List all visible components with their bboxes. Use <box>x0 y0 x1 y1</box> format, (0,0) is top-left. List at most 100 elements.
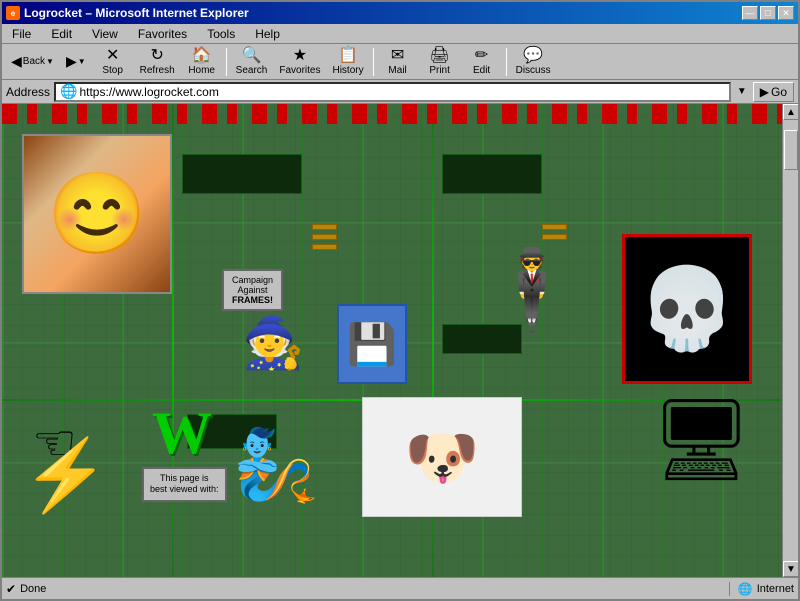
stop-label: Stop <box>102 65 123 76</box>
menu-file[interactable]: File <box>6 26 37 42</box>
back-dropdown-icon[interactable]: ▼ <box>46 57 54 66</box>
anime-character: ⚡ <box>22 435 109 517</box>
home-icon: 🏠 <box>192 48 212 64</box>
forward-dropdown-icon[interactable]: ▼ <box>78 57 86 66</box>
print-label: Print <box>429 65 450 76</box>
best-viewed-badge: This page is best viewed with: <box>142 467 227 502</box>
green-w-logo: W <box>152 399 212 468</box>
content-area: 😊 💀 Campaign Against FRAMES! 🧙 <box>2 104 798 577</box>
refresh-label: Refresh <box>140 65 175 76</box>
menu-help[interactable]: Help <box>249 26 286 42</box>
anime-icon: ⚡ <box>22 436 109 514</box>
go-arrow-icon: ▶ <box>760 85 769 99</box>
status-zone: 🌐 Internet <box>729 582 794 596</box>
toolbar-separator-1 <box>226 48 227 76</box>
floppy-disk: 💾 <box>337 304 407 384</box>
discuss-button[interactable]: 💬 Discuss <box>511 47 556 77</box>
ic-chip-2 <box>442 154 542 194</box>
stop-button[interactable]: ✕ Stop <box>93 47 133 77</box>
businessman-icon: 🕴 <box>482 246 582 335</box>
best-viewed-line2: best viewed with: <box>150 484 219 496</box>
favorites-button[interactable]: ★ Favorites <box>274 47 325 77</box>
zone-text: Internet <box>757 583 794 595</box>
toolbar-separator-2 <box>373 48 374 76</box>
edit-label: Edit <box>473 65 490 76</box>
gates-face-icon: 😊 <box>47 167 147 261</box>
status-bar: ✔ Done 🌐 Internet <box>2 577 798 599</box>
favorites-icon: ★ <box>293 48 307 64</box>
close-button[interactable]: ✕ <box>778 6 794 20</box>
forward-arrow-icon: ▶ <box>66 53 77 70</box>
mail-label: Mail <box>388 65 406 76</box>
address-bar: Address 🌐 ▼ ▶ Go <box>2 80 798 104</box>
toolbar: ◀ Back ▼ ▶ ▼ ✕ Stop ↻ Refresh 🏠 Home 🔍 S… <box>2 44 798 80</box>
vertical-scrollbar[interactable]: ▲ ▼ <box>782 104 798 577</box>
refresh-icon: ↻ <box>150 48 163 64</box>
back-label: Back <box>23 56 45 67</box>
menu-view[interactable]: View <box>86 26 124 42</box>
edit-button[interactable]: ✏ Edit <box>462 47 502 77</box>
scroll-down-button[interactable]: ▼ <box>783 561 798 577</box>
scroll-track[interactable] <box>783 120 798 561</box>
mail-button[interactable]: ✉ Mail <box>378 47 418 77</box>
gold-pad-4 <box>542 224 567 230</box>
maximize-button[interactable]: □ <box>760 6 776 20</box>
minimize-button[interactable]: — <box>742 6 758 20</box>
dog-icon: 🐶 <box>405 422 480 493</box>
history-label: History <box>332 65 363 76</box>
history-icon: 📋 <box>338 48 358 64</box>
app-icon: e <box>6 6 20 20</box>
computer-icon: 🖥 <box>650 395 752 484</box>
scroll-up-button[interactable]: ▲ <box>783 104 798 120</box>
refresh-button[interactable]: ↻ Refresh <box>135 47 180 77</box>
computer-image: 🖥 <box>650 393 752 487</box>
title-bar: e Logrocket – Microsoft Internet Explore… <box>2 2 798 24</box>
campaign-line2: Against <box>232 285 273 295</box>
page-icon: 🌐 <box>60 83 77 100</box>
back-button[interactable]: ◀ Back ▼ <box>6 47 59 77</box>
dog-image: 🐶 <box>362 397 522 517</box>
edit-icon: ✏ <box>475 48 488 64</box>
blood-drip-decoration <box>2 104 782 124</box>
window-title: Logrocket – Microsoft Internet Explorer <box>24 6 249 20</box>
campaign-badge: Campaign Against FRAMES! <box>222 269 283 311</box>
best-viewed-line1: This page is <box>150 473 219 485</box>
status-right: 🌐 Internet <box>729 582 794 596</box>
toolbar-separator-3 <box>506 48 507 76</box>
history-button[interactable]: 📋 History <box>327 47 368 77</box>
gold-pad-1 <box>312 224 337 230</box>
menu-favorites[interactable]: Favorites <box>132 26 193 42</box>
wizard-icon: 🧙 <box>242 315 304 371</box>
status-left: ✔ Done <box>6 582 725 596</box>
address-input[interactable] <box>79 85 724 99</box>
home-button[interactable]: 🏠 Home <box>182 47 222 77</box>
print-button[interactable]: 🖨 Print <box>420 47 460 77</box>
status-check-icon: ✔ <box>6 582 16 596</box>
gates-photo: 😊 <box>22 134 172 294</box>
businessman-figure: 🕴 <box>482 244 582 338</box>
address-input-wrap: 🌐 <box>54 82 731 102</box>
internet-zone-icon: 🌐 <box>738 582 753 596</box>
discuss-label: Discuss <box>516 65 551 76</box>
forward-button[interactable]: ▶ ▼ <box>61 47 91 77</box>
gold-pad-5 <box>542 234 567 240</box>
search-button[interactable]: 🔍 Search <box>231 47 273 77</box>
title-bar-left: e Logrocket – Microsoft Internet Explore… <box>6 6 249 20</box>
go-label: Go <box>771 85 787 99</box>
go-button[interactable]: ▶ Go <box>753 82 794 102</box>
menu-edit[interactable]: Edit <box>45 26 78 42</box>
stop-icon: ✕ <box>106 48 119 64</box>
status-text: Done <box>20 583 46 595</box>
main-viewport[interactable]: 😊 💀 Campaign Against FRAMES! 🧙 <box>2 104 782 577</box>
ic-chip-1 <box>182 154 302 194</box>
home-label: Home <box>188 65 215 76</box>
address-dropdown-icon[interactable]: ▼ <box>735 86 749 97</box>
page-content: 😊 💀 Campaign Against FRAMES! 🧙 <box>2 104 782 577</box>
gold-pad-3 <box>312 244 337 250</box>
skull-icon: 💀 <box>637 262 737 356</box>
campaign-line3: FRAMES! <box>232 295 273 305</box>
pcb-divider-1 <box>172 104 174 577</box>
title-bar-buttons: — □ ✕ <box>742 6 794 20</box>
menu-tools[interactable]: Tools <box>201 26 241 42</box>
scroll-thumb[interactable] <box>784 130 798 170</box>
